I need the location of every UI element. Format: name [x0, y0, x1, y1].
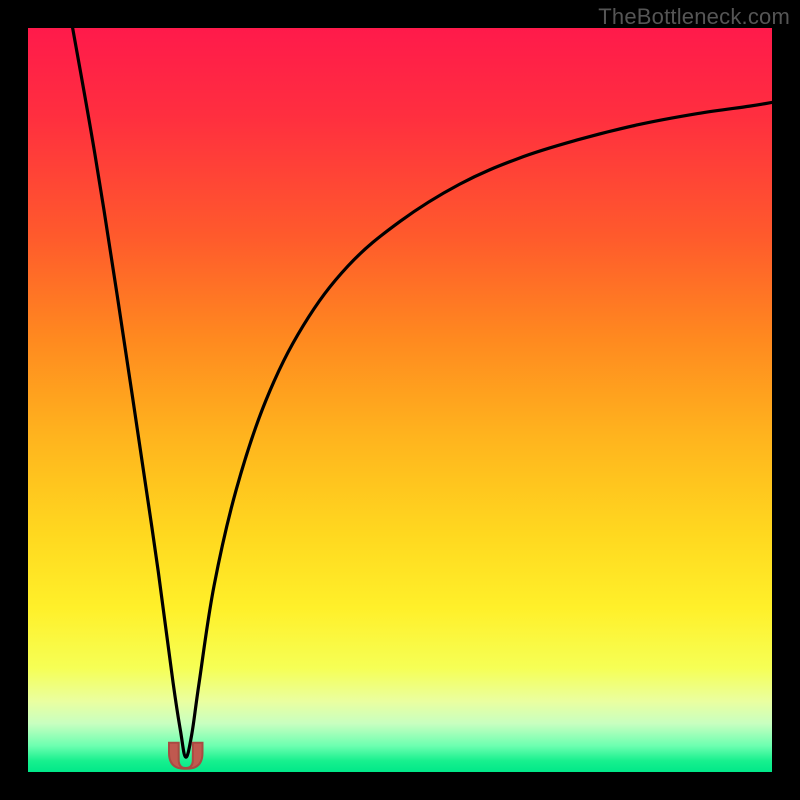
chart-svg	[28, 28, 772, 772]
gradient-background	[28, 28, 772, 772]
plot-area	[28, 28, 772, 772]
watermark-text: TheBottleneck.com	[598, 4, 790, 30]
outer-frame: TheBottleneck.com	[0, 0, 800, 800]
